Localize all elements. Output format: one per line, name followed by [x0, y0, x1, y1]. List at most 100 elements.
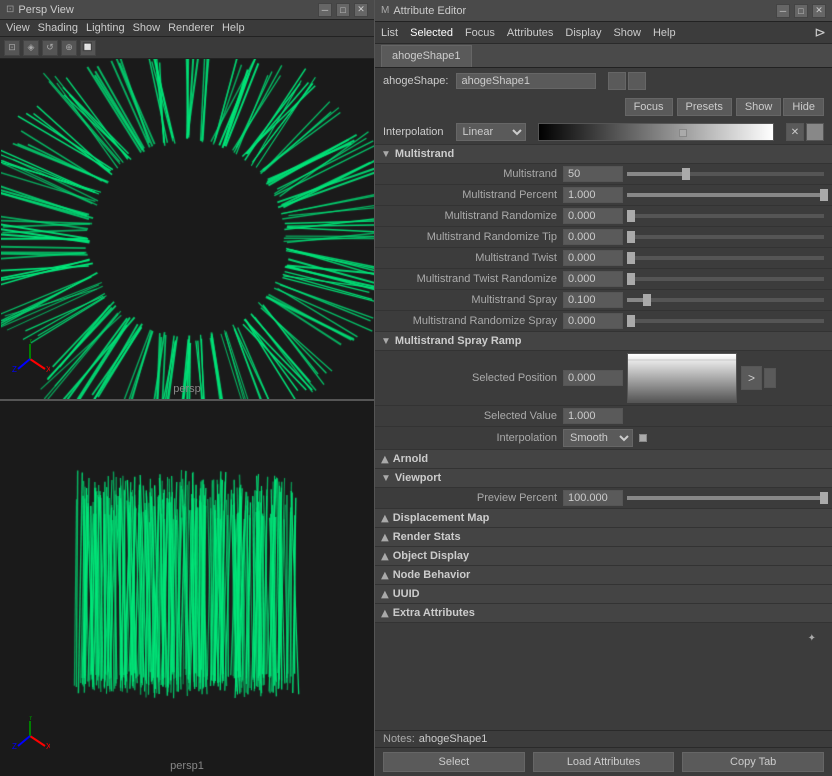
ramp-gradient[interactable]: [538, 123, 774, 141]
presets-btn[interactable]: Presets: [677, 98, 732, 116]
ae-window-controls: ─ □ ✕: [776, 4, 826, 18]
attr-multistrand-input[interactable]: [563, 166, 623, 182]
ramp-color-btn[interactable]: [806, 123, 824, 141]
multistrand-section-header[interactable]: ▼ Multistrand: [375, 145, 832, 164]
attr-ms-randomize-tip: Multistrand Randomize Tip: [375, 227, 832, 248]
toolbar-icon-2[interactable]: ◈: [23, 40, 39, 56]
ae-minimize-btn[interactable]: ─: [776, 4, 790, 18]
bottom-viewport: X Y Z persp1: [0, 401, 374, 776]
attr-ms-twist-randomize: Multistrand Twist Randomize: [375, 269, 832, 290]
attr-ms-percent-input[interactable]: [563, 187, 623, 203]
attr-ms-percent-slider[interactable]: [627, 193, 824, 197]
attr-ms-randomize-slider[interactable]: [627, 214, 824, 218]
attr-ms-twist-randomize-input[interactable]: [563, 271, 623, 287]
node-icon-2[interactable]: [628, 72, 646, 90]
toolbar-icon-5[interactable]: 🔲: [80, 40, 96, 56]
ramp-interp-select[interactable]: Smooth None Linear Spline: [563, 429, 633, 447]
uuid-section-header[interactable]: ▶ UUID: [375, 585, 832, 604]
ae-bottom: Notes: ahogeShape1 Select Load Attribute…: [375, 730, 832, 776]
attr-ms-percent-label: Multistrand Percent: [383, 189, 563, 201]
extra-attr-section-header[interactable]: ▶ Extra Attributes: [375, 604, 832, 623]
ae-node-input[interactable]: [456, 73, 596, 89]
right-panel: M Attribute Editor ─ □ ✕ List Selected F…: [375, 0, 832, 776]
attr-ms-randomize-spray-slider[interactable]: [627, 319, 824, 323]
attr-selected-value-label: Selected Value: [383, 410, 563, 422]
attr-ms-randomize-tip-input[interactable]: [563, 229, 623, 245]
attr-ms-spray-slider[interactable]: [627, 298, 824, 302]
attr-multistrand-label: Multistrand: [383, 168, 563, 180]
render-stats-triangle: ▶: [379, 533, 390, 541]
attr-preview-percent-input[interactable]: [563, 490, 623, 506]
maximize-btn[interactable]: □: [336, 3, 350, 17]
node-icon-1[interactable]: [608, 72, 626, 90]
close-btn[interactable]: ✕: [354, 3, 368, 17]
ae-close-btn[interactable]: ✕: [812, 4, 826, 18]
ae-title: Attribute Editor: [393, 5, 776, 17]
load-attributes-btn[interactable]: Load Attributes: [533, 752, 675, 772]
focus-btn[interactable]: Focus: [625, 98, 673, 116]
show-btn[interactable]: Show: [736, 98, 782, 116]
attr-ms-twist-slider[interactable]: [627, 256, 824, 260]
ae-tab-bar: ahogeShape1: [375, 44, 832, 68]
ae-content: Interpolation Linear None Smooth Spline …: [375, 120, 832, 730]
attr-ms-spray-input[interactable]: [563, 292, 623, 308]
ae-menu-list[interactable]: List: [381, 27, 398, 39]
object-display-title: Object Display: [393, 550, 469, 562]
interp-select[interactable]: Linear None Smooth Spline: [456, 123, 526, 141]
attr-selected-position-input[interactable]: [563, 370, 623, 386]
attr-preview-percent-label: Preview Percent: [383, 492, 563, 504]
object-display-section-header[interactable]: ▶ Object Display: [375, 547, 832, 566]
minimize-btn[interactable]: ─: [318, 3, 332, 17]
spray-ramp-section-header[interactable]: ▼ Multistrand Spray Ramp: [375, 332, 832, 351]
ae-menu-display[interactable]: Display: [565, 27, 601, 39]
copy-tab-btn[interactable]: Copy Tab: [682, 752, 824, 772]
bottom-viewport-canvas: X Y Z persp1: [0, 401, 374, 776]
menu-shading[interactable]: Shading: [38, 22, 78, 34]
menu-renderer[interactable]: Renderer: [168, 22, 214, 34]
attr-selected-value-input[interactable]: [563, 408, 623, 424]
ae-menu-focus[interactable]: Focus: [465, 27, 495, 39]
menu-show[interactable]: Show: [133, 22, 161, 34]
ae-titlebar: M Attribute Editor ─ □ ✕: [375, 0, 832, 22]
menu-help[interactable]: Help: [222, 22, 245, 34]
attr-ms-randomize-input[interactable]: [563, 208, 623, 224]
bottom-viewport-label: persp1: [170, 760, 204, 772]
attr-ms-twist-input[interactable]: [563, 250, 623, 266]
arnold-section-header[interactable]: ▶ Arnold: [375, 450, 832, 469]
ramp-selected-line: [628, 359, 736, 361]
select-btn[interactable]: Select: [383, 752, 525, 772]
ae-pin-btn[interactable]: ⊳: [814, 24, 826, 41]
ae-menu-show[interactable]: Show: [613, 27, 641, 39]
displacement-section-header[interactable]: ▶ Displacement Map: [375, 509, 832, 528]
hide-btn[interactable]: Hide: [783, 98, 824, 116]
toolbar-icon-3[interactable]: ↺: [42, 40, 58, 56]
render-stats-section-header[interactable]: ▶ Render Stats: [375, 528, 832, 547]
menu-lighting[interactable]: Lighting: [86, 22, 125, 34]
attr-multistrand-slider[interactable]: [627, 172, 824, 176]
ae-menu-attributes[interactable]: Attributes: [507, 27, 553, 39]
attr-ms-randomize-spray-input[interactable]: [563, 313, 623, 329]
ae-maximize-btn[interactable]: □: [794, 4, 808, 18]
ae-menu-selected[interactable]: Selected: [410, 27, 453, 39]
ae-tab-ahogeshape[interactable]: ahogeShape1: [381, 45, 472, 67]
ae-menu-help[interactable]: Help: [653, 27, 676, 39]
ae-menubar: List Selected Focus Attributes Display S…: [375, 22, 832, 44]
attr-ms-twist-randomize-label: Multistrand Twist Randomize: [383, 273, 563, 285]
ramp-marker[interactable]: [679, 129, 687, 137]
multistrand-title: Multistrand: [395, 148, 454, 160]
node-behavior-section-header[interactable]: ▶ Node Behavior: [375, 566, 832, 585]
attr-ms-twist-randomize-slider[interactable]: [627, 277, 824, 281]
cursor-indicator: ✦: [808, 633, 816, 644]
ramp-delete-btn[interactable]: ✕: [786, 123, 804, 141]
attr-ramp-interp-label: Interpolation: [383, 432, 563, 444]
attr-ms-randomize-tip-label: Multistrand Randomize Tip: [383, 231, 563, 243]
toolbar-icon-4[interactable]: ⊕: [61, 40, 77, 56]
attr-preview-percent-slider[interactable]: [627, 496, 824, 500]
ae-node-btns: Focus Presets Show Hide: [625, 98, 824, 116]
attr-ms-randomize-label: Multistrand Randomize: [383, 210, 563, 222]
viewport-section-header[interactable]: ▼ Viewport: [375, 469, 832, 488]
attr-ms-randomize-tip-slider[interactable]: [627, 235, 824, 239]
menu-view[interactable]: View: [6, 22, 30, 34]
ramp-expand-btn[interactable]: >: [741, 366, 762, 390]
toolbar-icon-1[interactable]: ⊡: [4, 40, 20, 56]
